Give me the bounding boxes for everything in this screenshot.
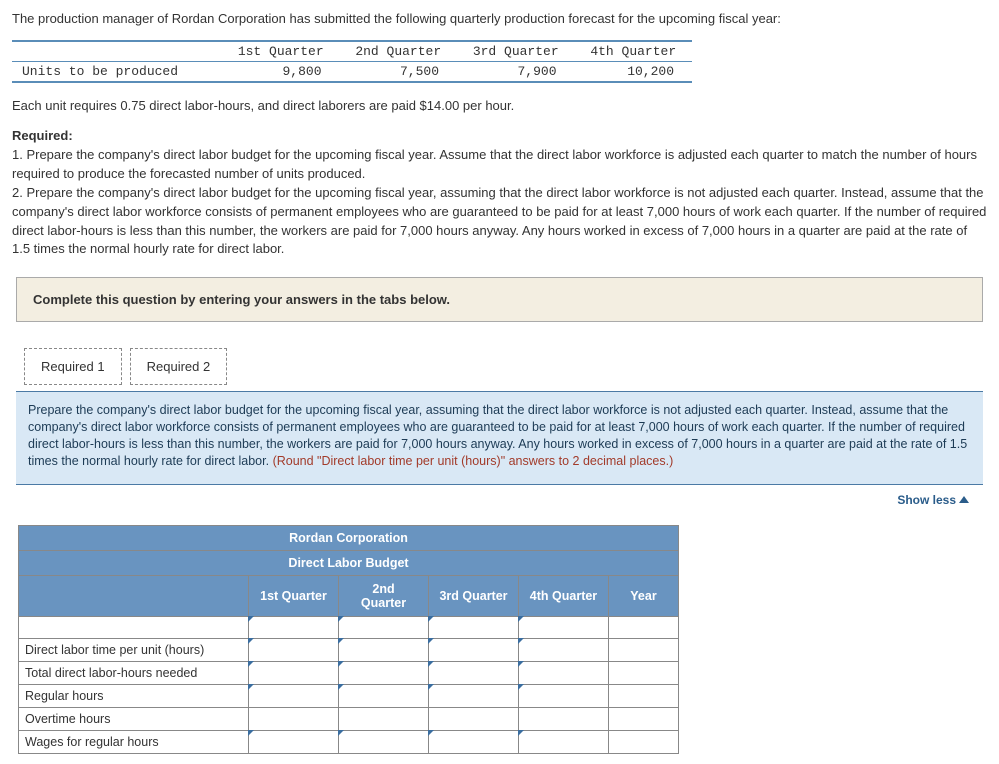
budget-cell[interactable] — [249, 638, 339, 661]
budget-cell[interactable] — [249, 616, 339, 638]
tab-prompt: Prepare the company's direct labor budge… — [16, 391, 983, 485]
table-row: Regular hours — [19, 684, 679, 707]
tabs-row: Required 1 Required 2 — [24, 348, 987, 385]
forecast-col-q2: 2nd Quarter — [340, 42, 458, 62]
intro-text: The production manager of Rordan Corpora… — [12, 10, 987, 28]
forecast-val-q3: 7,900 — [457, 62, 575, 82]
required-block: Required: 1. Prepare the company's direc… — [12, 127, 987, 259]
budget-year-cell[interactable] — [609, 707, 679, 730]
budget-row-wages: Wages for regular hours — [19, 730, 249, 753]
table-row: Overtime hours — [19, 707, 679, 730]
budget-year-cell[interactable] — [609, 661, 679, 684]
budget-year-cell[interactable] — [609, 638, 679, 661]
required-heading: Required: — [12, 127, 987, 146]
show-less-toggle[interactable]: Show less — [12, 485, 987, 521]
show-less-label: Show less — [897, 493, 956, 507]
forecast-val-q4: 10,200 — [575, 62, 693, 82]
budget-cell[interactable] — [429, 730, 519, 753]
instruction-bar: Complete this question by entering your … — [16, 277, 983, 322]
budget-cell[interactable] — [429, 661, 519, 684]
budget-row-total: Total direct labor-hours needed — [19, 661, 249, 684]
budget-col-year: Year — [609, 575, 679, 616]
budget-row-regular: Regular hours — [19, 684, 249, 707]
forecast-row-label: Units to be produced — [12, 62, 222, 82]
budget-cell[interactable] — [339, 730, 429, 753]
budget-cell[interactable] — [429, 616, 519, 638]
tab-required-2[interactable]: Required 2 — [130, 348, 228, 385]
budget-cell[interactable] — [339, 661, 429, 684]
table-row — [19, 616, 679, 638]
budget-table: Rordan Corporation Direct Labor Budget 1… — [18, 525, 679, 754]
labor-rate-text: Each unit requires 0.75 direct labor-hou… — [12, 97, 987, 115]
budget-cell[interactable] — [339, 638, 429, 661]
budget-cell[interactable] — [519, 616, 609, 638]
required-item-1: 1. Prepare the company's direct labor bu… — [12, 146, 987, 184]
budget-col-q2: 2nd Quarter — [339, 575, 429, 616]
budget-cell[interactable] — [249, 707, 339, 730]
tab-prompt-hint: (Round "Direct labor time per unit (hour… — [273, 454, 674, 468]
budget-cell[interactable] — [519, 730, 609, 753]
forecast-table: 1st Quarter 2nd Quarter 3rd Quarter 4th … — [12, 42, 692, 81]
budget-cell[interactable] — [339, 616, 429, 638]
budget-col-q1: 1st Quarter — [249, 575, 339, 616]
budget-cell[interactable] — [519, 638, 609, 661]
budget-cell[interactable] — [249, 730, 339, 753]
tab-required-1[interactable]: Required 1 — [24, 348, 122, 385]
budget-cell[interactable] — [519, 661, 609, 684]
budget-cell[interactable] — [429, 707, 519, 730]
forecast-table-wrap: 1st Quarter 2nd Quarter 3rd Quarter 4th … — [12, 40, 692, 83]
chevron-up-icon — [959, 496, 969, 503]
budget-col-q3: 3rd Quarter — [429, 575, 519, 616]
table-row: Total direct labor-hours needed — [19, 661, 679, 684]
budget-row-dlt: Direct labor time per unit (hours) — [19, 638, 249, 661]
budget-title-company: Rordan Corporation — [19, 525, 679, 550]
budget-year-cell[interactable] — [609, 730, 679, 753]
budget-cell[interactable] — [339, 707, 429, 730]
budget-cell[interactable] — [429, 638, 519, 661]
budget-cell[interactable] — [249, 684, 339, 707]
budget-cell[interactable] — [429, 684, 519, 707]
budget-cell[interactable] — [249, 661, 339, 684]
forecast-col-q3: 3rd Quarter — [457, 42, 575, 62]
budget-row-overtime: Overtime hours — [19, 707, 249, 730]
forecast-val-q1: 9,800 — [222, 62, 340, 82]
budget-title-report: Direct Labor Budget — [19, 550, 679, 575]
budget-cell[interactable] — [339, 684, 429, 707]
budget-col-q4: 4th Quarter — [519, 575, 609, 616]
forecast-col-q4: 4th Quarter — [575, 42, 693, 62]
budget-cell[interactable] — [519, 684, 609, 707]
forecast-val-q2: 7,500 — [340, 62, 458, 82]
table-row: Wages for regular hours — [19, 730, 679, 753]
budget-cell[interactable] — [519, 707, 609, 730]
required-item-2: 2. Prepare the company's direct labor bu… — [12, 184, 987, 259]
budget-year-cell[interactable] — [609, 616, 679, 638]
forecast-col-q1: 1st Quarter — [222, 42, 340, 62]
budget-year-cell[interactable] — [609, 684, 679, 707]
table-row: Direct labor time per unit (hours) — [19, 638, 679, 661]
budget-row-blank[interactable] — [19, 616, 249, 638]
budget-col-blank — [19, 575, 249, 616]
